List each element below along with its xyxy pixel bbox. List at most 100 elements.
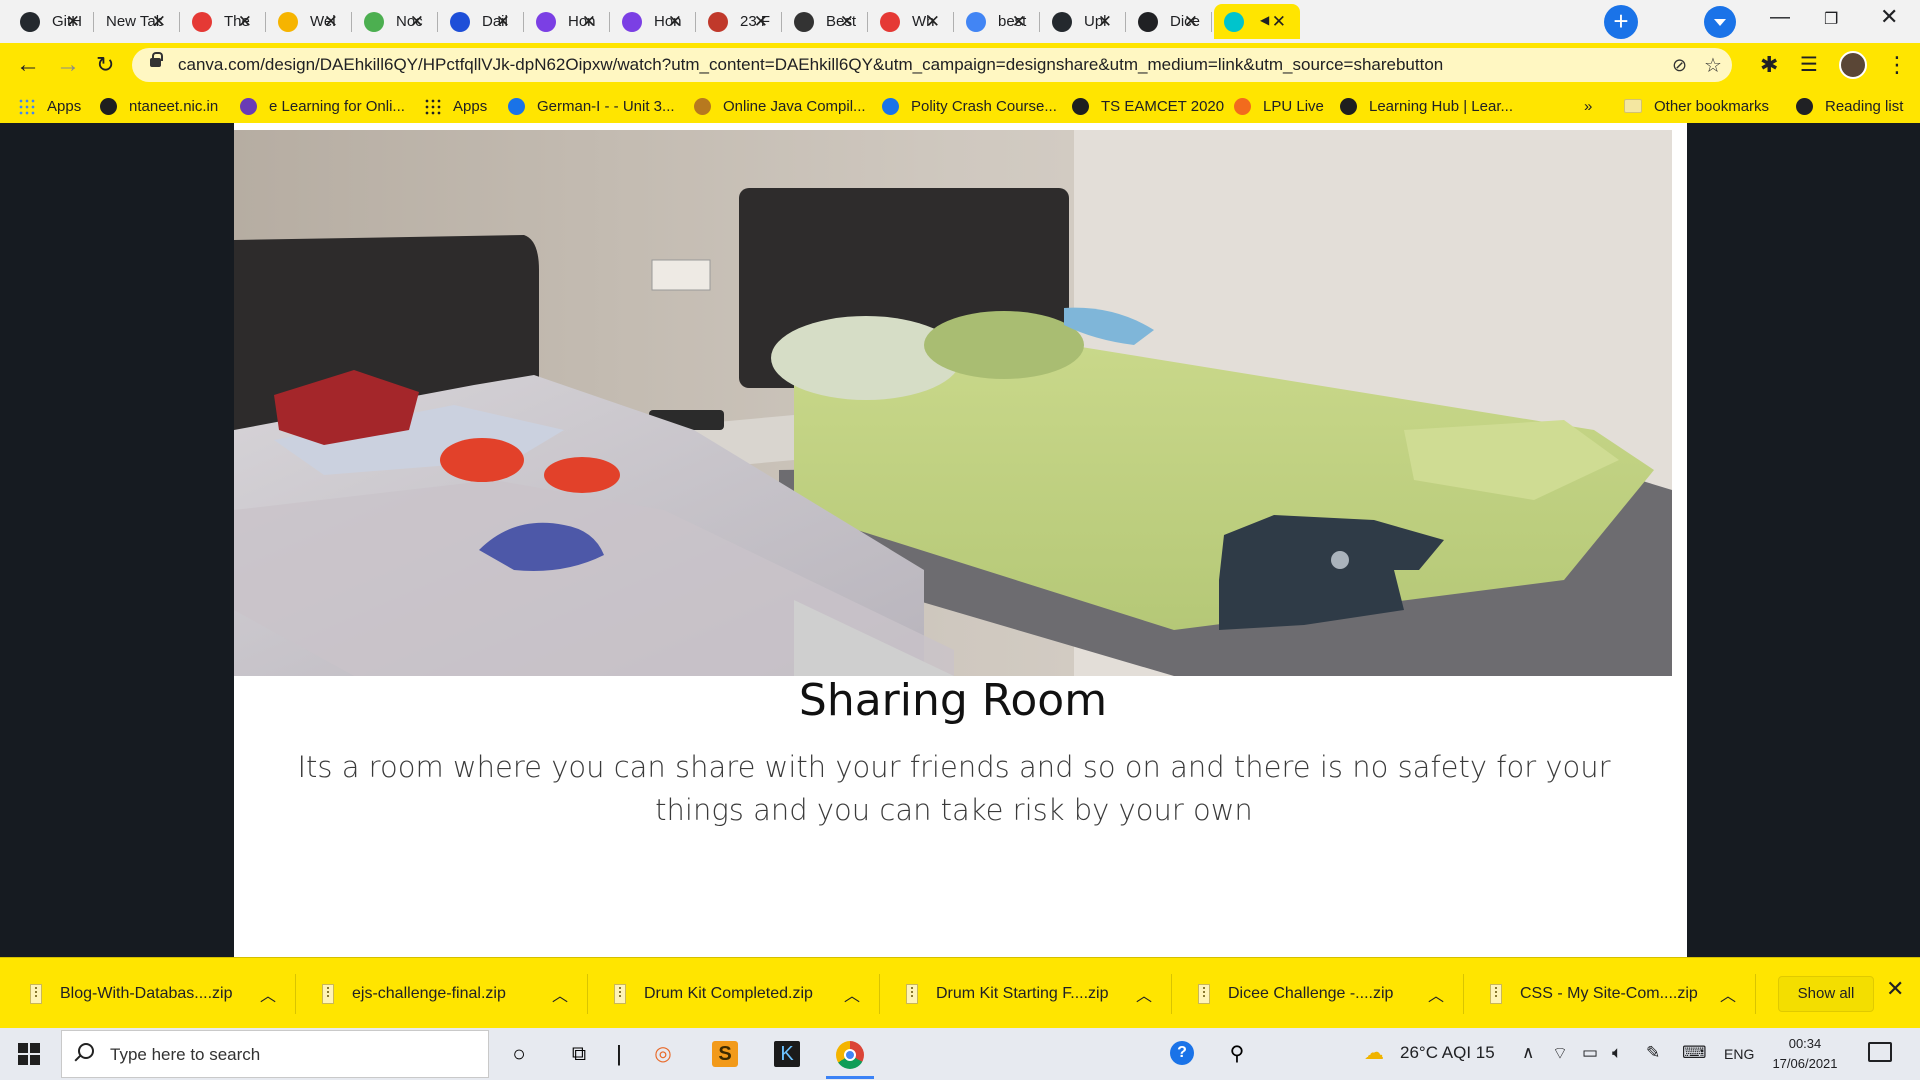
bookmark-item[interactable]: TS EAMCET 2020	[1072, 94, 1224, 118]
keyboard-icon[interactable]: ⌨	[1682, 1043, 1707, 1063]
kali-app-icon[interactable]: K	[774, 1041, 800, 1067]
reload-icon[interactable]: ↻	[96, 52, 114, 78]
download-item[interactable]: Blog-With-Databas....zip ︿	[6, 972, 296, 1016]
close-tab-icon[interactable]: ✕	[754, 12, 768, 32]
help-icon[interactable]: ?	[1170, 1041, 1194, 1065]
bookmark-item[interactable]: Apps	[18, 94, 81, 118]
minimize-icon[interactable]: —	[1770, 6, 1790, 29]
show-hidden-icons[interactable]: ∧	[1522, 1043, 1534, 1063]
close-window-icon[interactable]: ✕	[1880, 4, 1898, 30]
speaker-icon[interactable]: ◀︎	[1260, 13, 1269, 27]
bookmark-item[interactable]: LPU Live	[1234, 94, 1324, 118]
taskbar-search[interactable]: Type here to search	[61, 1030, 489, 1078]
close-tab-icon[interactable]: ✕	[1012, 12, 1026, 32]
task-view-icon[interactable]: ⧉	[566, 1041, 592, 1067]
close-tab-icon[interactable]: ✕	[926, 12, 940, 32]
lock-icon[interactable]	[150, 52, 163, 67]
tab[interactable]: The ✕	[182, 4, 266, 39]
cortana-icon[interactable]: ○	[506, 1041, 532, 1067]
tab[interactable]: Wel ✕	[268, 4, 352, 39]
chevron-up-icon[interactable]: ︿	[1428, 982, 1444, 1006]
restore-icon[interactable]: ❐	[1824, 9, 1838, 29]
close-tab-icon[interactable]: ✕	[496, 12, 510, 32]
chevron-up-icon[interactable]: ︿	[844, 982, 860, 1006]
bookmark-star-icon[interactable]: ☆	[1704, 53, 1722, 78]
chevron-up-icon[interactable]: ︿	[1136, 982, 1152, 1006]
weather-icon[interactable]: ☁	[1364, 1040, 1384, 1065]
close-tab-icon[interactable]: ✕	[668, 12, 682, 32]
bookmark-item[interactable]: Online Java Compil...	[694, 94, 866, 118]
bookmark-item[interactable]: Other bookmarks	[1624, 94, 1769, 118]
tab[interactable]: New Tab ✕	[96, 4, 180, 39]
close-tab-icon[interactable]: ✕	[1098, 12, 1112, 32]
close-tab-icon[interactable]: ✕	[1272, 12, 1286, 32]
close-tab-icon[interactable]: ✕	[152, 12, 166, 32]
close-tab-icon[interactable]: ✕	[324, 12, 338, 32]
ui-logo-icon	[450, 11, 470, 32]
close-tab-icon[interactable]: ✕	[1184, 12, 1198, 32]
download-item[interactable]: Dicee Challenge -....zip ︿	[1174, 972, 1464, 1016]
bookmark-item[interactable]: Reading list	[1796, 94, 1903, 118]
tab[interactable]: Best ✕	[784, 4, 868, 39]
people-icon[interactable]: ⚲	[1224, 1041, 1250, 1067]
translate-icon[interactable]: ⊘	[1672, 55, 1687, 76]
download-item[interactable]: ejs-challenge-final.zip ︿	[298, 972, 588, 1016]
address-bar[interactable]: canva.com/design/DAEhkill6QY/HPctfqllVJk…	[132, 48, 1732, 82]
notification-icon[interactable]	[1868, 1042, 1892, 1062]
menu-kebab-icon[interactable]: ⋮	[1886, 52, 1908, 78]
sublime-text-icon[interactable]: S	[712, 1041, 738, 1067]
media-control-icon[interactable]: ☰	[1800, 52, 1818, 77]
download-item[interactable]: Drum Kit Completed.zip ︿	[590, 972, 880, 1016]
weather-text[interactable]: 26°C AQI 15	[1400, 1043, 1495, 1063]
bookmark-item[interactable]: Polity Crash Course...	[882, 94, 1057, 118]
tab[interactable]: Dail ✕	[440, 4, 524, 39]
volume-icon[interactable]: 🔈︎	[1612, 1043, 1622, 1063]
language-indicator[interactable]: ENG	[1724, 1046, 1754, 1062]
battery-icon[interactable]: ▭	[1582, 1043, 1598, 1063]
tab-active[interactable]: ◀︎ ✕	[1214, 4, 1300, 39]
bookmarks-bar: Apps ntaneet.nic.in e Learning for Onli...…	[0, 88, 1920, 123]
tab[interactable]: Hon ✕	[612, 4, 696, 39]
eclipse-app-icon[interactable]: ◎	[650, 1041, 676, 1067]
bookmark-item[interactable]: Learning Hub | Lear...	[1340, 94, 1513, 118]
tab[interactable]: Noc ✕	[354, 4, 438, 39]
clock[interactable]: 00:34 17/06/2021	[1768, 1034, 1842, 1074]
close-shelf-icon[interactable]: ✕	[1886, 976, 1904, 1002]
tab-separator	[1039, 12, 1040, 32]
close-tab-icon[interactable]: ✕	[582, 12, 596, 32]
start-button[interactable]	[18, 1043, 40, 1065]
tab[interactable]: Dice ✕	[1128, 4, 1212, 39]
bookmark-item[interactable]: Apps	[424, 94, 487, 118]
wifi-icon[interactable]: ⌔	[1552, 1043, 1568, 1064]
extensions-icon[interactable]: ✱	[1760, 52, 1778, 78]
more-bookmarks-button[interactable]: »	[1584, 94, 1592, 118]
bookmark-item[interactable]: e Learning for Onli...	[240, 94, 405, 118]
tab[interactable]: GitH ✕	[10, 4, 94, 39]
pen-icon[interactable]: ✎	[1646, 1043, 1660, 1063]
chrome-icon[interactable]	[836, 1041, 864, 1069]
chevron-up-icon[interactable]: ︿	[1720, 982, 1736, 1006]
bookmark-item[interactable]: ntaneet.nic.in	[100, 94, 218, 118]
url-text[interactable]: canva.com/design/DAEhkill6QY/HPctfqllVJk…	[178, 55, 1443, 75]
bookmark-item[interactable]: German-I - - Unit 3...	[508, 94, 675, 118]
chevron-up-icon[interactable]: ︿	[260, 982, 276, 1006]
close-tab-icon[interactable]: ✕	[840, 12, 854, 32]
tab[interactable]: Hon ✕	[526, 4, 610, 39]
download-item[interactable]: Drum Kit Starting F....zip ︿	[882, 972, 1172, 1016]
show-all-button[interactable]: Show all	[1778, 976, 1874, 1012]
chevron-up-icon[interactable]: ︿	[552, 982, 568, 1006]
tab[interactable]: Wh ✕	[870, 4, 954, 39]
tab[interactable]: best ✕	[956, 4, 1040, 39]
tab[interactable]: Upl ✕	[1042, 4, 1126, 39]
profile-avatar[interactable]	[1839, 51, 1867, 79]
download-item[interactable]: CSS - My Site-Com....zip ︿	[1466, 972, 1756, 1016]
tab-separator	[523, 12, 524, 32]
close-tab-icon[interactable]: ✕	[238, 12, 252, 32]
tab-search-icon[interactable]	[1704, 6, 1736, 38]
tab[interactable]: 23 F ✕	[698, 4, 782, 39]
close-tab-icon[interactable]: ✕	[66, 12, 80, 32]
close-tab-icon[interactable]: ✕	[410, 12, 424, 32]
back-icon[interactable]: ←	[16, 51, 40, 79]
forward-icon[interactable]: →	[56, 51, 80, 79]
new-tab-button[interactable]: +	[1604, 5, 1638, 39]
